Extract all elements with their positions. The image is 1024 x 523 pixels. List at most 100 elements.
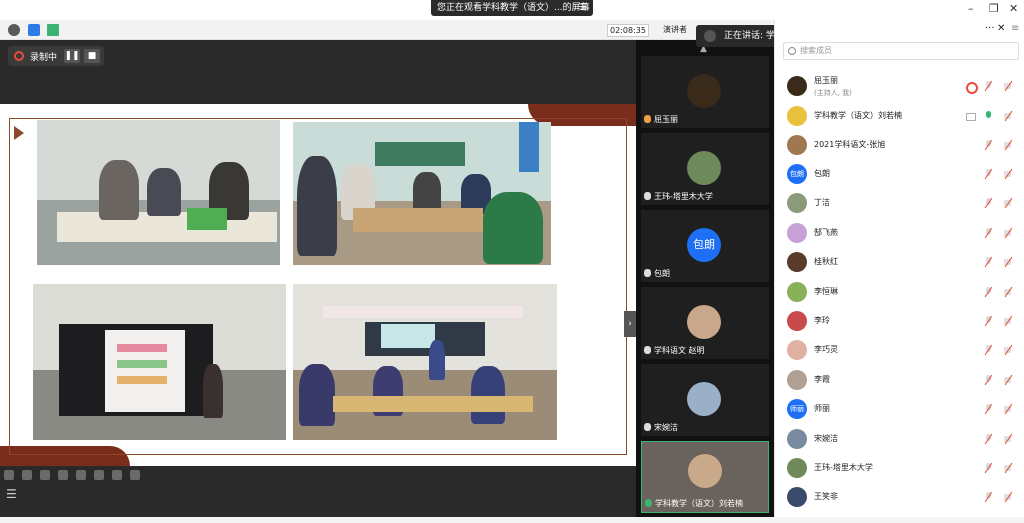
camera-off-icon[interactable] bbox=[1004, 111, 1013, 121]
participant-row[interactable]: 王笑非 bbox=[775, 483, 1024, 512]
video-tile-name: 屈玉丽 bbox=[654, 115, 678, 124]
mic-muted-icon bbox=[644, 192, 651, 200]
mic-muted-icon[interactable] bbox=[984, 492, 993, 502]
mic-muted-icon[interactable] bbox=[984, 169, 993, 179]
participant-row[interactable]: 师丽 师丽 bbox=[775, 395, 1024, 424]
prev-icon[interactable] bbox=[4, 470, 14, 480]
camera-off-icon[interactable] bbox=[1004, 257, 1013, 267]
avatar bbox=[787, 193, 807, 213]
mic-muted-icon[interactable] bbox=[984, 375, 993, 385]
video-tile[interactable]: 宋婉洁 bbox=[641, 364, 769, 436]
video-tile-active-speaker[interactable]: 学科教学（语文）刘若楠 bbox=[641, 441, 769, 513]
participant-row[interactable]: 2021学科语文-张旭 bbox=[775, 131, 1024, 160]
camera-off-icon[interactable] bbox=[1004, 375, 1013, 385]
avatar bbox=[687, 151, 721, 185]
pen-icon[interactable] bbox=[40, 470, 50, 480]
camera-off-icon[interactable] bbox=[1004, 463, 1013, 473]
participant-row[interactable]: 王玮-塔里木大学 bbox=[775, 454, 1024, 483]
participant-row[interactable]: 李恒琳 bbox=[775, 278, 1024, 307]
collapse-tools-icon[interactable] bbox=[130, 470, 140, 480]
collapse-panel-button[interactable]: › bbox=[624, 311, 636, 337]
camera-off-icon[interactable] bbox=[1004, 198, 1013, 208]
avatar bbox=[787, 252, 807, 272]
laser-icon[interactable] bbox=[76, 470, 86, 480]
mic-muted-icon[interactable] bbox=[984, 434, 993, 444]
speaker-view-button[interactable]: 演讲者 bbox=[663, 24, 687, 35]
mic-muted-icon[interactable] bbox=[984, 257, 993, 267]
pause-recording-button[interactable]: ❚❚ bbox=[64, 49, 80, 63]
participant-row[interactable]: 李玲 bbox=[775, 307, 1024, 336]
participant-name: 宋婉洁 bbox=[814, 434, 838, 443]
participant-row[interactable]: 屈玉丽 (主持人, 我) bbox=[775, 72, 1024, 101]
shared-screen-stage: 录制中 ❚❚ ■ ☰ › bbox=[0, 40, 636, 517]
comment-icon[interactable] bbox=[94, 470, 104, 480]
camera-off-icon[interactable] bbox=[1004, 140, 1013, 150]
host-icon bbox=[644, 115, 651, 123]
meeting-toolbar: 02:08:35 演讲者 bbox=[0, 20, 774, 40]
participant-row[interactable]: 包朗 包朗 bbox=[775, 160, 1024, 189]
slide-menu-icon[interactable]: ☰ bbox=[6, 488, 18, 500]
photo-meeting-room bbox=[37, 120, 280, 265]
screen-share-banner[interactable]: 您正在观看学科教学（语文）...的屏幕 ☰ bbox=[431, 0, 593, 16]
play-icon[interactable] bbox=[22, 470, 32, 480]
participant-row[interactable]: 桂秋红 bbox=[775, 248, 1024, 277]
search-placeholder: 搜索成员 bbox=[800, 46, 832, 55]
participant-name: 李巧灵 bbox=[814, 345, 838, 354]
participant-row[interactable]: 李霞 bbox=[775, 366, 1024, 395]
video-tile[interactable]: 王玮-塔里木大学 bbox=[641, 133, 769, 205]
recording-icon bbox=[14, 51, 24, 61]
close-window-button[interactable]: ✕ bbox=[1009, 2, 1018, 15]
video-tile[interactable]: 包朗 包朗 bbox=[641, 210, 769, 282]
camera-off-icon[interactable] bbox=[1004, 169, 1013, 179]
camera-off-icon[interactable] bbox=[1004, 81, 1013, 91]
participant-row[interactable]: 丁洁 bbox=[775, 189, 1024, 218]
avatar bbox=[787, 340, 807, 360]
camera-off-icon[interactable] bbox=[1004, 316, 1013, 326]
mic-muted-icon bbox=[644, 346, 651, 354]
shield-icon[interactable] bbox=[28, 24, 40, 36]
camera-off-icon[interactable] bbox=[1004, 345, 1013, 355]
restore-button[interactable]: ❐ bbox=[989, 2, 999, 15]
mic-muted-icon[interactable] bbox=[984, 463, 993, 473]
camera-off-icon[interactable] bbox=[1004, 492, 1013, 502]
participant-row[interactable]: 李巧灵 bbox=[775, 336, 1024, 365]
close-panel-button[interactable]: ✕ bbox=[997, 23, 1005, 34]
search-input[interactable]: 搜索成员 bbox=[783, 42, 1019, 60]
participant-row[interactable]: 学科教学（语文）刘若楠 bbox=[775, 102, 1024, 131]
mic-muted-icon[interactable] bbox=[984, 228, 993, 238]
stop-recording-button[interactable]: ■ bbox=[84, 49, 100, 63]
video-tile-name: 包朗 bbox=[654, 269, 670, 278]
mic-muted-icon[interactable] bbox=[984, 404, 993, 414]
signal-icon[interactable] bbox=[47, 24, 59, 36]
participant-name: 学科教学（语文）刘若楠 bbox=[814, 111, 902, 120]
slide-arrow-icon bbox=[14, 126, 24, 140]
participant-row[interactable]: 宋婉洁 bbox=[775, 425, 1024, 454]
taskbar-strip bbox=[0, 517, 1024, 523]
video-tile[interactable]: 学科语文 赵明 bbox=[641, 287, 769, 359]
camera-off-icon[interactable] bbox=[1004, 434, 1013, 444]
camera-off-icon[interactable] bbox=[1004, 287, 1013, 297]
info-icon[interactable] bbox=[8, 24, 20, 36]
participant-row[interactable]: 郜飞燕 bbox=[775, 219, 1024, 248]
mic-muted-icon[interactable] bbox=[984, 287, 993, 297]
video-tile-name: 学科教学（语文）刘若楠 bbox=[655, 499, 743, 508]
mic-muted-icon[interactable] bbox=[984, 198, 993, 208]
palette-icon[interactable] bbox=[112, 470, 122, 480]
camera-off-icon[interactable] bbox=[1004, 404, 1013, 414]
video-tile[interactable]: 屈玉丽 bbox=[641, 56, 769, 128]
mic-muted-icon[interactable] bbox=[984, 345, 993, 355]
move-icon[interactable] bbox=[58, 470, 68, 480]
participant-name: 师丽 bbox=[814, 404, 830, 413]
share-banner-text: 您正在观看学科教学（语文）...的屏幕 bbox=[437, 3, 590, 13]
camera-off-icon[interactable] bbox=[1004, 228, 1013, 238]
more-options-icon[interactable]: ··· bbox=[985, 23, 995, 34]
mic-muted-icon[interactable] bbox=[984, 140, 993, 150]
menu-icon[interactable]: ≡ bbox=[1011, 23, 1019, 34]
video-tile-name: 学科语文 赵明 bbox=[654, 346, 705, 355]
minimize-button[interactable]: – bbox=[968, 2, 974, 15]
mic-muted-icon[interactable] bbox=[984, 316, 993, 326]
mic-on-icon bbox=[645, 499, 652, 507]
share-menu-icon[interactable]: ☰ bbox=[579, 0, 587, 16]
mic-muted-icon[interactable] bbox=[984, 81, 993, 91]
mic-on-icon[interactable] bbox=[984, 111, 993, 121]
